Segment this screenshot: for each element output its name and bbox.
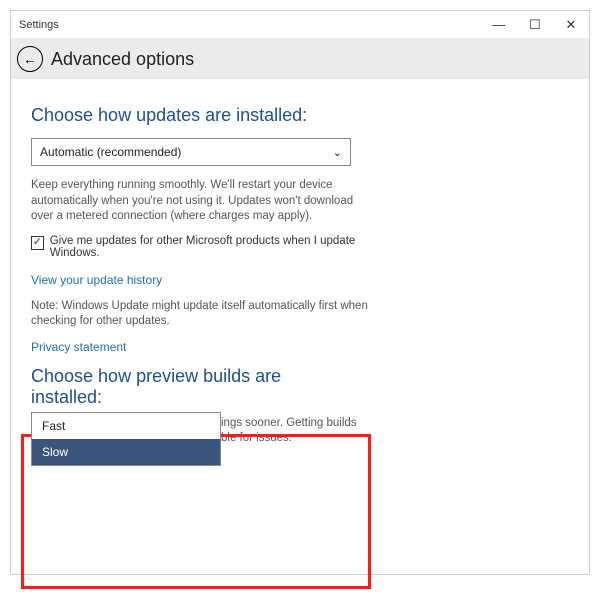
minimize-button[interactable]: — xyxy=(481,11,517,38)
dropdown-option-slow[interactable]: Slow xyxy=(32,439,220,465)
header-bar: ← Advanced options xyxy=(11,39,589,79)
window-title: Settings xyxy=(19,19,481,31)
maximize-button[interactable]: ☐ xyxy=(517,11,553,38)
titlebar: Settings — ☐ ✕ xyxy=(11,11,589,39)
update-mode-description: Keep everything running smoothly. We'll … xyxy=(31,178,371,225)
checkbox-label: Give me updates for other Microsoft prod… xyxy=(50,235,371,259)
back-button[interactable]: ← xyxy=(17,46,43,72)
view-history-link[interactable]: View your update history xyxy=(31,273,569,287)
updates-heading: Choose how updates are installed: xyxy=(31,105,569,126)
update-mode-value: Automatic (recommended) xyxy=(40,145,181,159)
page-title: Advanced options xyxy=(51,49,194,70)
update-note: Note: Windows Update might update itself… xyxy=(31,299,371,330)
preview-ring-dropdown[interactable]: Fast Slow xyxy=(31,412,221,466)
preview-builds-section: Choose how preview builds are installed:… xyxy=(31,366,569,408)
system-buttons: — ☐ ✕ xyxy=(481,11,589,38)
preview-heading: Choose how preview builds are installed: xyxy=(31,366,311,408)
chevron-down-icon: ⌄ xyxy=(333,146,342,159)
privacy-statement-link[interactable]: Privacy statement xyxy=(31,340,569,354)
update-mode-select[interactable]: Automatic (recommended) ⌄ xyxy=(31,138,351,166)
other-products-checkbox-row[interactable]: ✓ Give me updates for other Microsoft pr… xyxy=(31,235,371,259)
checkbox-checked-icon[interactable]: ✓ xyxy=(31,236,44,250)
back-arrow-icon: ← xyxy=(23,51,37,67)
dropdown-option-fast[interactable]: Fast xyxy=(32,413,220,439)
close-button[interactable]: ✕ xyxy=(553,11,589,38)
settings-window: Settings — ☐ ✕ ← Advanced options Choose… xyxy=(10,10,590,575)
content-area: Choose how updates are installed: Automa… xyxy=(11,79,589,408)
